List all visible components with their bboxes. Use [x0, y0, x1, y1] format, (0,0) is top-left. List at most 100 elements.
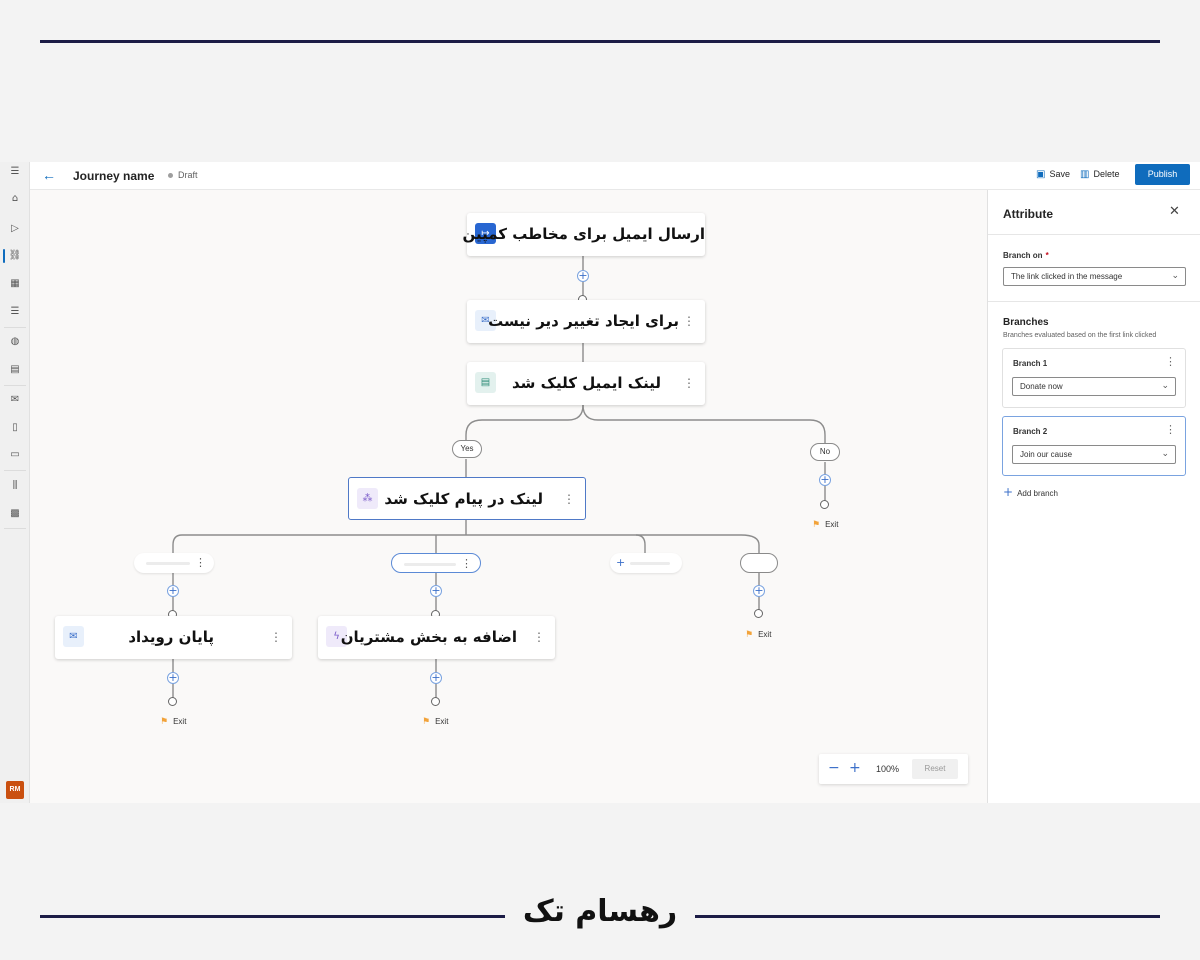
connector-dot — [168, 697, 177, 706]
branch-chip-1[interactable]: ⋮ — [134, 553, 214, 573]
library-icon[interactable]: ⫼ — [0, 476, 30, 496]
node-end-event[interactable]: ✉ پایان رویداد ⋮ — [55, 616, 292, 659]
zoom-controls: − + 100% Reset — [819, 754, 968, 784]
flag-icon: ⚑ — [745, 630, 754, 640]
rail-divider — [4, 528, 26, 529]
add-step-button[interactable]: + — [167, 672, 179, 684]
exit-label: Exit — [173, 717, 187, 726]
add-step-button[interactable]: + — [753, 585, 765, 597]
rail-divider — [4, 327, 26, 328]
branch-on-select[interactable]: The link clicked in the message ⌄ — [1003, 267, 1186, 286]
journey-name[interactable]: Journey name — [73, 169, 154, 183]
reset-zoom-button[interactable]: Reset — [912, 759, 958, 779]
node-title: پایان رویداد — [128, 628, 214, 646]
save-icon: ▣ — [1036, 169, 1046, 180]
segments-icon[interactable]: ▦ — [0, 274, 30, 294]
more-options-icon[interactable]: ⋮ — [270, 629, 282, 645]
play-icon[interactable]: ▷ — [0, 219, 30, 239]
add-step-button[interactable]: + — [167, 585, 179, 597]
plus-icon: + — [1003, 485, 1014, 499]
branch-card[interactable]: Branch 2 ⋮ Join our cause ⌄ — [1002, 416, 1186, 476]
email-icon: ✉ — [63, 626, 84, 647]
chevron-down-icon: ⌄ — [1171, 271, 1179, 281]
more-options-icon[interactable]: ⋮ — [563, 491, 575, 507]
branch-link-select[interactable]: Join our cause ⌄ — [1012, 445, 1176, 464]
events-icon[interactable]: ◍ — [0, 332, 30, 352]
chip-placeholder-bar — [404, 563, 456, 566]
branch-on-label: Branch on * — [1003, 251, 1049, 260]
add-step-button[interactable]: + — [577, 270, 589, 282]
zoom-out-button[interactable]: − — [828, 760, 840, 776]
content-icon[interactable]: ▤ — [0, 360, 30, 380]
journey-canvas[interactable]: ↦ ارسال ایمیل برای مخاطب کمپین + ✉ برای … — [30, 190, 987, 803]
branches-subtitle: Branches evaluated based on the first li… — [1003, 332, 1157, 339]
sms-icon[interactable]: ▭ — [0, 445, 30, 465]
back-arrow-icon[interactable]: ← — [42, 166, 56, 184]
rail-divider — [4, 470, 26, 471]
add-step-button[interactable]: + — [819, 474, 831, 486]
more-options-icon[interactable]: ⋮ — [683, 375, 695, 391]
other-branch-chip[interactable] — [740, 553, 778, 573]
panel-divider — [988, 234, 1200, 235]
home-icon[interactable]: ⌂ — [0, 189, 30, 209]
exit-marker: ⚑ Exit — [422, 717, 448, 727]
rail-divider — [4, 385, 26, 386]
branch-on-text: Branch on — [1003, 251, 1043, 260]
email-icon[interactable]: ✉ — [0, 390, 30, 410]
more-options-icon[interactable]: ⋮ — [461, 556, 472, 572]
add-branch-label: Add branch — [1017, 489, 1058, 498]
node-wait[interactable]: ✉ برای ایجاد تغییر دیر نیست ⋮ — [467, 300, 705, 343]
exit-marker: ⚑ Exit — [745, 630, 771, 640]
delete-label: Delete — [1093, 169, 1120, 179]
exit-marker: ⚑ Exit — [160, 717, 186, 727]
trash-icon: ▥ — [1080, 169, 1090, 180]
add-step-button[interactable]: + — [430, 585, 442, 597]
forms-icon[interactable]: ☰ — [0, 302, 30, 322]
more-options-icon[interactable]: ⋮ — [1165, 423, 1176, 436]
zoom-in-button[interactable]: + — [849, 760, 861, 776]
chevron-down-icon: ⌄ — [1161, 381, 1169, 391]
close-icon[interactable]: ✕ — [1169, 204, 1180, 219]
zoom-level: 100% — [876, 764, 900, 774]
no-branch-label[interactable]: No — [810, 443, 840, 461]
node-email-clicked[interactable]: ▤ لینک ایمیل کلیک شد ⋮ — [467, 362, 705, 405]
more-options-icon[interactable]: ⋮ — [1165, 355, 1176, 368]
journeys-icon[interactable]: ⛓ — [0, 246, 30, 266]
node-title: لینک در پیام کلیک شد — [384, 490, 543, 508]
left-nav-rail: ☰ ⌂ ▷ ⛓ ▦ ☰ ◍ ▤ ✉ ▯ ▭ ⫼ ▩ RM — [0, 162, 30, 803]
top-divider-line — [40, 40, 1160, 43]
branch-link-value: Join our cause — [1020, 450, 1073, 459]
branch-card[interactable]: Branch 1 ⋮ Donate now ⌄ — [1002, 348, 1186, 408]
menu-icon[interactable]: ☰ — [0, 162, 30, 182]
publish-button[interactable]: Publish — [1135, 164, 1190, 185]
chevron-down-icon: ⌄ — [1161, 449, 1169, 459]
node-title: ارسال ایمیل برای مخاطب کمپین — [462, 225, 705, 243]
branch-icon: ⁂ — [357, 488, 378, 509]
save-label: Save — [1049, 169, 1070, 179]
push-icon[interactable]: ▯ — [0, 418, 30, 438]
bottom-divider-line-left — [40, 915, 505, 918]
add-step-button[interactable]: + — [430, 672, 442, 684]
branch-chip-2[interactable]: ⋮ — [391, 553, 481, 573]
yes-branch-label[interactable]: Yes — [452, 440, 482, 458]
user-avatar[interactable]: RM — [6, 781, 24, 799]
exit-label: Exit — [758, 630, 772, 639]
exit-label: Exit — [435, 717, 449, 726]
more-options-icon[interactable]: ⋮ — [683, 313, 695, 329]
more-options-icon[interactable]: ⋮ — [533, 629, 545, 645]
node-add-segment[interactable]: ϟ اضافه به بخش مشتریان ⋮ — [318, 616, 555, 659]
add-branch-button[interactable]: + Add branch — [1003, 485, 1058, 499]
save-button[interactable]: ▣ Save — [1036, 169, 1070, 180]
status-badge: Draft — [168, 170, 198, 180]
more-options-icon[interactable]: ⋮ — [195, 555, 206, 571]
chip-placeholder-bar — [630, 562, 670, 565]
exit-marker: ⚑ Exit — [812, 520, 838, 530]
node-send-email[interactable]: ↦ ارسال ایمیل برای مخاطب کمپین — [462, 213, 705, 256]
delete-button[interactable]: ▥ Delete — [1080, 169, 1119, 180]
add-branch-chip[interactable]: + — [610, 553, 682, 573]
branch-on-value: The link clicked in the message — [1011, 272, 1123, 281]
assets-icon[interactable]: ▩ — [0, 504, 30, 524]
branch-link-select[interactable]: Donate now ⌄ — [1012, 377, 1176, 396]
node-link-clicked[interactable]: ⁂ لینک در پیام کلیک شد ⋮ — [348, 477, 586, 520]
required-marker: * — [1045, 251, 1049, 260]
